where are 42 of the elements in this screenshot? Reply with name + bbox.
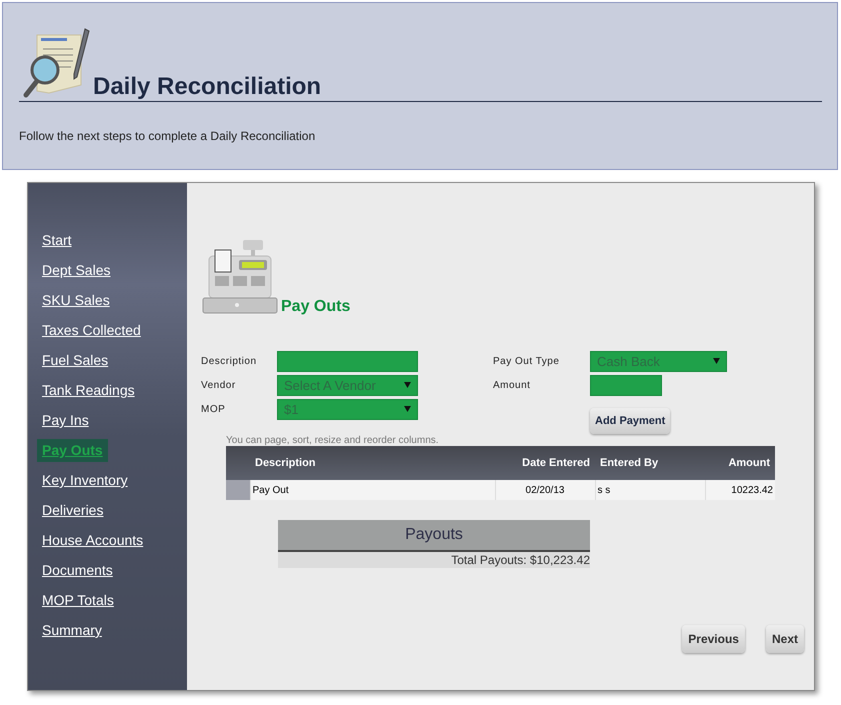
dropdown-arrow-icon <box>713 358 720 364</box>
subtitle: Follow the next steps to complete a Daily Reconciliation <box>19 129 316 143</box>
sidebar-link[interactable]: Taxes Collected <box>37 319 146 342</box>
sidebar-link[interactable]: Fuel Sales <box>37 349 114 372</box>
column-header[interactable]: Amount <box>705 446 775 480</box>
column-header[interactable]: Description <box>250 446 495 480</box>
header-cell <box>226 446 250 480</box>
table-cell: 10223.42 <box>705 480 775 500</box>
sidebar-link[interactable]: Pay Ins <box>37 409 94 432</box>
field-label: Vendor <box>201 380 237 390</box>
table-hint: You can page, sort, resize and reorder columns. <box>226 435 440 446</box>
page-title: Daily Reconciliation <box>93 73 322 101</box>
table-cell: 02/20/13 <box>495 480 595 500</box>
field-label: Amount <box>493 380 532 390</box>
sidebar-link[interactable]: House Accounts <box>37 529 148 552</box>
dropdown-arrow-icon <box>404 382 411 388</box>
column-header[interactable]: Entered By <box>595 446 705 480</box>
table-cell: s s <box>595 480 705 500</box>
summary-total: Total Payouts: $10,223.42 <box>278 552 590 568</box>
sidebar-link[interactable]: Start <box>37 229 77 252</box>
column-header[interactable]: Date Entered <box>495 446 595 480</box>
add-payment-button[interactable]: Add Payment <box>590 408 670 434</box>
table-cell: Pay Out <box>250 480 495 500</box>
field-label: Description <box>201 356 258 366</box>
field-label: MOP <box>201 404 226 414</box>
sidebar-link[interactable]: Dept Sales <box>37 259 116 282</box>
previous-button[interactable]: Previous <box>682 625 745 653</box>
cash-register-icon <box>201 238 279 316</box>
sidebar-link[interactable]: SKU Sales <box>37 289 115 312</box>
summary-title: Payouts <box>278 520 590 552</box>
sidebar-link[interactable]: Summary <box>37 619 107 642</box>
sidebar-link[interactable]: Key Inventory <box>37 469 133 492</box>
field-label: Pay Out Type <box>493 356 560 366</box>
next-button[interactable]: Next <box>766 625 804 653</box>
sidebar-link[interactable]: Deliveries <box>37 499 108 522</box>
sidebar-link[interactable]: MOP Totals <box>37 589 119 612</box>
sidebar-link[interactable]: Documents <box>37 559 118 582</box>
dropdown-arrow-icon <box>404 406 411 412</box>
input-field[interactable] <box>277 350 418 372</box>
input-field[interactable] <box>590 374 662 396</box>
sidebar-link[interactable]: Tank Readings <box>37 379 140 402</box>
section-title: Pay Outs <box>281 298 350 316</box>
